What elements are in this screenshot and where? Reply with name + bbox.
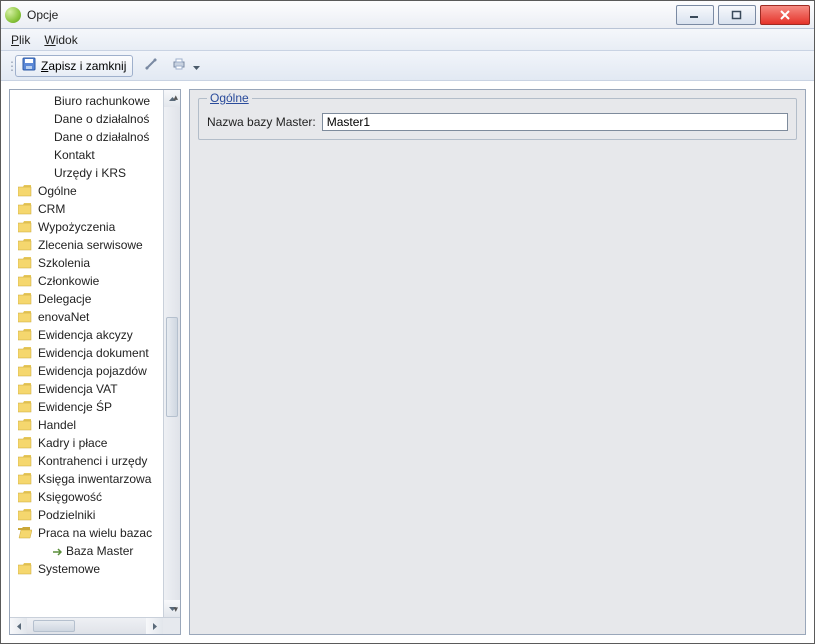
folder-icon — [18, 185, 32, 197]
scroll-thumb-h[interactable] — [33, 620, 75, 632]
tree-child-item[interactable]: Urzędy i KRS — [10, 164, 163, 182]
tree-folder[interactable]: Ewidencja pojazdów — [10, 362, 163, 380]
folder-icon — [18, 563, 32, 575]
vertical-scrollbar[interactable] — [163, 90, 180, 617]
tree-folder[interactable]: Systemowe — [10, 560, 163, 578]
tree-folder-open[interactable]: Praca na wielu bazac — [10, 524, 163, 542]
tree-child-item[interactable]: Dane o działalnoś — [10, 110, 163, 128]
tree-selected-child[interactable]: Baza Master — [10, 542, 163, 560]
save-and-close-button[interactable]: Zapisz i zamknij — [15, 55, 133, 77]
scroll-track-h[interactable] — [27, 618, 146, 634]
scroll-left-button[interactable] — [10, 618, 27, 634]
master-db-input[interactable] — [322, 113, 788, 131]
folder-icon — [18, 347, 32, 359]
close-button[interactable] — [760, 5, 810, 25]
folder-icon — [18, 329, 32, 341]
folder-icon — [18, 473, 32, 485]
folder-icon — [18, 221, 32, 233]
save-icon — [22, 57, 36, 74]
tree-folder[interactable]: Podzielniki — [10, 506, 163, 524]
folder-icon — [18, 437, 32, 449]
menu-file[interactable]: Plik — [11, 33, 30, 47]
tree-folder[interactable]: Handel — [10, 416, 163, 434]
tree-folder[interactable]: Delegacje — [10, 290, 163, 308]
tree-folder[interactable]: Zlecenia serwisowe — [10, 236, 163, 254]
folder-icon — [18, 311, 32, 323]
tree-folder[interactable]: Ewidencja VAT — [10, 380, 163, 398]
general-groupbox: Ogólne Nazwa bazy Master: — [198, 98, 797, 140]
tree-folder[interactable]: CRM — [10, 200, 163, 218]
tree-panel: ▴ Biuro rachunkoweDane o działalnośDane … — [9, 89, 181, 635]
folder-icon — [18, 257, 32, 269]
content-area: ▴ Biuro rachunkoweDane o działalnośDane … — [1, 81, 814, 643]
folder-icon — [18, 419, 32, 431]
folder-icon — [18, 293, 32, 305]
folder-icon — [18, 275, 32, 287]
tree-folder[interactable]: enovaNet — [10, 308, 163, 326]
minimize-button[interactable] — [676, 5, 714, 25]
group-legend[interactable]: Ogólne — [207, 91, 252, 105]
folder-icon — [18, 239, 32, 251]
tree-folder[interactable]: Wypożyczenia — [10, 218, 163, 236]
print-button[interactable] — [165, 55, 207, 77]
chevron-down-icon — [193, 59, 200, 73]
tree-folder[interactable]: Ogólne — [10, 182, 163, 200]
tree-child-item[interactable]: Biuro rachunkowe — [10, 92, 163, 110]
folder-icon — [18, 203, 32, 215]
scroll-track[interactable] — [164, 107, 180, 600]
tree-folder[interactable]: Księgowość — [10, 488, 163, 506]
folder-icon — [18, 509, 32, 521]
toolbar: ⋮ Zapisz i zamknij — [1, 51, 814, 81]
folder-icon — [18, 365, 32, 377]
tools-button[interactable] — [137, 55, 165, 77]
tree-folder[interactable]: Kontrahenci i urzędy — [10, 452, 163, 470]
tree-folder[interactable]: Ewidencja dokument — [10, 344, 163, 362]
tree-folder[interactable]: Ewidencja akcyzy — [10, 326, 163, 344]
tree-folder[interactable]: Szkolenia — [10, 254, 163, 272]
tree-folder[interactable]: Księga inwentarzowa — [10, 470, 163, 488]
scroll-thumb[interactable] — [166, 317, 178, 417]
form-panel: Ogólne Nazwa bazy Master: — [189, 89, 806, 635]
master-db-row: Nazwa bazy Master: — [207, 113, 788, 131]
tree-child-item[interactable]: Kontakt — [10, 146, 163, 164]
options-tree[interactable]: ▴ Biuro rachunkoweDane o działalnośDane … — [10, 90, 163, 617]
window-controls — [672, 5, 810, 25]
menubar: Plik Widok — [1, 29, 814, 51]
tree-folder[interactable]: Członkowie — [10, 272, 163, 290]
tools-icon — [144, 57, 158, 74]
printer-icon — [172, 57, 186, 74]
tree-folder[interactable]: Ewidencje ŚP — [10, 398, 163, 416]
scroll-right-button[interactable] — [146, 618, 163, 634]
maximize-button[interactable] — [718, 5, 756, 25]
horizontal-scrollbar[interactable] — [10, 617, 180, 634]
folder-icon — [18, 455, 32, 467]
folder-icon — [18, 401, 32, 413]
folder-icon — [18, 491, 32, 503]
titlebar: Opcje — [1, 1, 814, 29]
options-window: Opcje Plik Widok ⋮ Zapisz i zamknij — [0, 0, 815, 644]
arrow-right-icon — [52, 546, 62, 556]
tree-folder[interactable]: Kadry i płace — [10, 434, 163, 452]
window-title: Opcje — [27, 8, 58, 22]
folder-icon — [18, 383, 32, 395]
tree-child-item[interactable]: Dane o działalnoś — [10, 128, 163, 146]
menu-view[interactable]: Widok — [44, 33, 77, 47]
app-icon — [5, 7, 21, 23]
open-folder-icon — [18, 527, 32, 539]
master-db-label: Nazwa bazy Master: — [207, 115, 316, 129]
